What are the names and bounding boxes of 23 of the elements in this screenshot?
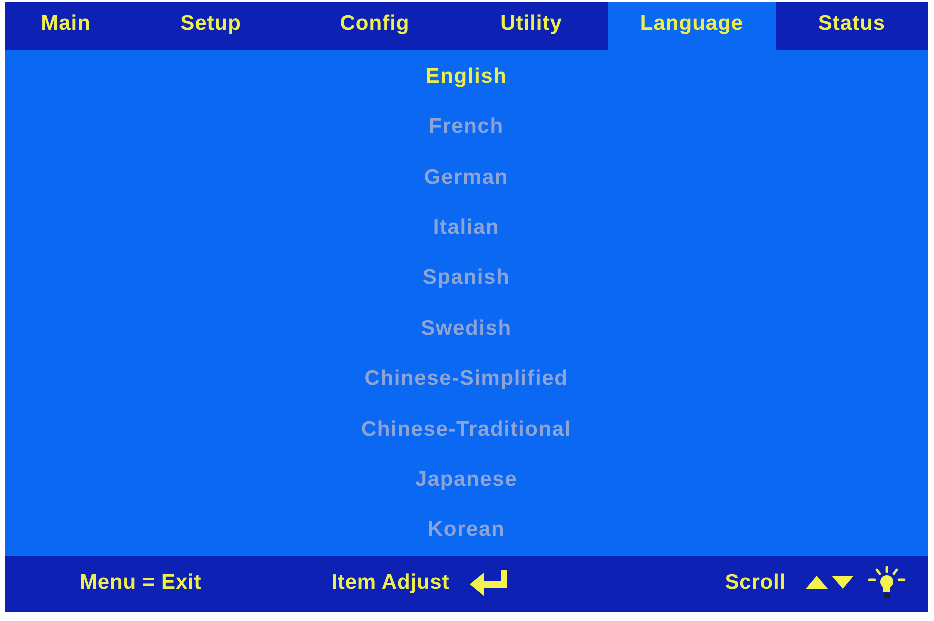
up-triangle-icon [806,576,828,590]
lightbulb-icon [868,566,906,600]
enter-arrow-icon [470,570,508,596]
down-triangle-icon [832,576,854,590]
language-option[interactable]: Swedish [421,316,512,341]
menu-tab[interactable]: Language [608,2,776,50]
item-adjust-hint: Item Adjust [332,570,450,595]
language-option[interactable]: German [424,166,509,190]
language-option[interactable]: French [429,115,504,140]
language-option[interactable]: Spanish [422,266,510,290]
menu-exit-hint: Menu = Exit [80,570,202,595]
menu-tab[interactable]: Main [5,2,127,50]
menu-tab[interactable]: Status [776,2,928,50]
menu-tab[interactable]: Config [295,2,455,50]
menu-tab[interactable]: Setup [127,2,295,50]
language-option[interactable]: Chinese-Simplified [364,367,568,392]
language-option[interactable]: Korean [428,518,506,542]
language-option[interactable]: English [426,64,508,89]
language-option[interactable]: Italian [433,216,500,240]
language-option[interactable]: Chinese-Traditional [361,418,572,442]
scroll-hint: Scroll [725,570,786,595]
menu-tab[interactable]: Utility [455,2,608,50]
language-option[interactable]: Japanese [415,468,518,492]
